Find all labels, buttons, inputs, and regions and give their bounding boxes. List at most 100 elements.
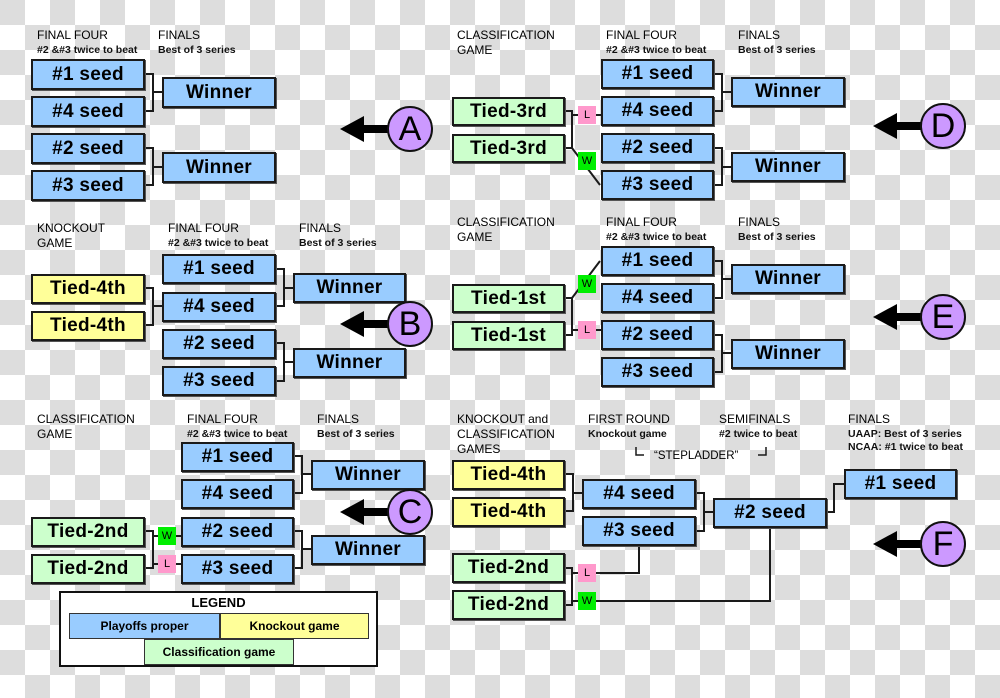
seed-box: #4 seed	[601, 283, 714, 313]
connector-f-loser	[596, 545, 640, 574]
header-knockout-b: KNOCKOUT	[37, 221, 106, 235]
seed-box: #1 seed	[601, 59, 714, 89]
header-classification-e-line2: GAME	[457, 230, 493, 244]
arrow-e	[873, 304, 923, 330]
header-knockout-classification-f-line2: CLASSIFICATION	[457, 427, 555, 441]
winner-badge: W	[578, 275, 596, 293]
subheader-first-round-f: Knockout game	[588, 428, 667, 440]
winner-box: Winner	[311, 460, 425, 490]
connector-f-first-round	[695, 492, 713, 532]
marker-b: B	[387, 301, 433, 347]
first-round-box: #4 seed	[582, 479, 696, 509]
header-final-four-c: FINAL FOUR	[187, 412, 258, 426]
seed-box: #1 seed	[181, 442, 294, 472]
subheader-finals-c: Best of 3 series	[317, 428, 395, 440]
seed-box: #1 seed	[162, 254, 276, 284]
knockout-box: Tied-4th	[31, 274, 145, 304]
classification-box: Tied-2nd	[452, 590, 565, 620]
connector-e-top	[713, 260, 731, 299]
header-first-round-f: FIRST ROUND	[588, 412, 670, 426]
subheader-finals-f-uaap: UAAP: Best of 3 series	[848, 428, 962, 440]
seed-box: #3 seed	[181, 554, 294, 584]
seed-box: #2 seed	[162, 329, 276, 359]
header-final-four-b: FINAL FOUR	[168, 221, 239, 235]
header-classification-c-line2: GAME	[37, 427, 73, 441]
knockout-box: Tied-4th	[31, 311, 145, 341]
legend-knockout-game: Knockout game	[220, 613, 369, 639]
seed-box: #1 seed	[601, 246, 714, 276]
arrow-a	[340, 116, 390, 142]
header-final-four-d: FINAL FOUR	[606, 28, 677, 42]
seed-box: #3 seed	[31, 170, 145, 201]
subheader-final-four-d: #2 &#3 twice to beat	[606, 44, 707, 56]
header-final-four-a: FINAL FOUR	[37, 28, 108, 42]
header-finals-b: FINALS	[299, 221, 342, 235]
connector-b-top	[275, 268, 293, 307]
classification-box: Tied-2nd	[31, 554, 145, 584]
legend: LEGEND Playoffs proper Knockout game Cla…	[59, 591, 378, 667]
header-final-four-e: FINAL FOUR	[606, 215, 677, 229]
semifinal-box: #2 seed	[713, 498, 827, 528]
legend-playoffs-proper: Playoffs proper	[69, 613, 220, 639]
header-knockout-classification-f: KNOCKOUT and	[457, 412, 549, 426]
connector-c-bottom	[293, 530, 311, 569]
header-finals-f: FINALS	[848, 412, 891, 426]
marker-f: F	[920, 521, 966, 567]
classification-box: Tied-3rd	[452, 134, 565, 163]
seed-box: #1 seed	[31, 59, 145, 90]
loser-badge: L	[578, 564, 596, 582]
winner-box: Winner	[162, 77, 276, 108]
seed-box: #3 seed	[601, 170, 714, 200]
loser-badge: L	[578, 321, 596, 339]
seed-box: #2 seed	[31, 133, 145, 164]
subheader-finals-f-ncaa: NCAA: #1 twice to beat	[848, 441, 963, 453]
connector-f-semifinal	[826, 483, 844, 513]
winner-box: Winner	[731, 77, 845, 107]
connector-d-bottom	[713, 147, 731, 186]
arrow-f	[873, 531, 923, 557]
subheader-finals-a: Best of 3 series	[158, 44, 236, 56]
seed-box: #3 seed	[601, 357, 714, 387]
header-knockout-b-line2: GAME	[37, 236, 73, 250]
knockout-box: Tied-4th	[452, 497, 565, 527]
seed-box: #3 seed	[162, 366, 276, 396]
connector-a-top	[144, 73, 162, 112]
seed-box: #4 seed	[162, 292, 276, 322]
subheader-finals-d: Best of 3 series	[738, 44, 816, 56]
connector-b-knockout	[144, 287, 162, 326]
header-classification-d-line2: GAME	[457, 43, 493, 57]
header-finals-a: FINALS	[158, 28, 201, 42]
subheader-finals-e: Best of 3 series	[738, 231, 816, 243]
header-knockout-classification-f-line3: GAMES	[457, 442, 501, 456]
classification-box: Tied-2nd	[452, 553, 565, 583]
legend-title: LEGEND	[191, 595, 246, 610]
winner-box: Winner	[731, 152, 845, 182]
subheader-finals-b: Best of 3 series	[299, 237, 377, 249]
winner-box: Winner	[293, 273, 406, 303]
winner-box: Winner	[162, 152, 276, 183]
seed-box: #2 seed	[601, 133, 714, 163]
connector-f-knockout	[564, 473, 582, 512]
connector-b-bottom	[275, 342, 293, 382]
connector-e-bottom	[713, 334, 731, 373]
marker-a: A	[387, 106, 433, 152]
winner-box: Winner	[731, 264, 845, 294]
arrow-c	[340, 499, 390, 525]
subheader-final-four-b: #2 &#3 twice to beat	[168, 237, 269, 249]
arrow-b	[340, 311, 390, 337]
header-classification-c: CLASSIFICATION	[37, 412, 135, 426]
subheader-final-four-e: #2 &#3 twice to beat	[606, 231, 707, 243]
arrow-d	[873, 113, 923, 139]
header-classification-e: CLASSIFICATION	[457, 215, 555, 229]
header-semifinals-f: SEMIFINALS	[719, 412, 791, 426]
header-classification-d: CLASSIFICATION	[457, 28, 555, 42]
marker-c: C	[387, 489, 433, 535]
seed-box: #4 seed	[181, 479, 294, 509]
classification-box: Tied-1st	[452, 284, 565, 313]
connector-c-top	[293, 455, 311, 494]
winner-badge: W	[578, 592, 596, 610]
connector-d-top	[713, 73, 731, 112]
header-finals-c: FINALS	[317, 412, 360, 426]
winner-badge: W	[578, 152, 596, 170]
marker-e: E	[920, 294, 966, 340]
